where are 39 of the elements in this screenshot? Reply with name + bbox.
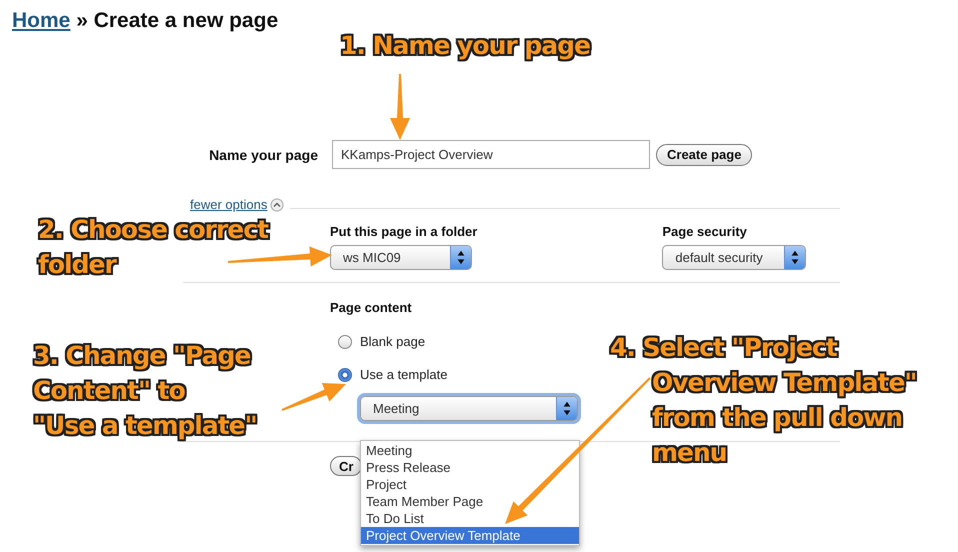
callout-text: 2. Choose correct: [38, 214, 268, 246]
callout-text: folder: [38, 249, 118, 281]
field-label: Page security: [662, 224, 748, 239]
stepper-icon: [556, 397, 577, 420]
menu-item[interactable]: To Do List: [361, 510, 579, 527]
radio-button[interactable]: [338, 368, 352, 382]
callout-text: 3. Change "Page: [33, 340, 252, 372]
page-name-field[interactable]: KKamps-Project Overview: [332, 140, 650, 169]
section-label: Page content: [330, 300, 413, 315]
menu-item[interactable]: Team Member Page: [361, 493, 579, 510]
radio-button[interactable]: [338, 334, 352, 348]
callout-text: 4. Select "Project: [610, 332, 838, 364]
menu-item[interactable]: Meeting: [361, 442, 579, 459]
arrow: [390, 74, 410, 140]
breadcrumb-title: » Create a new page: [76, 9, 278, 32]
collapse-icon[interactable]: [270, 198, 284, 212]
fewer-options-link[interactable]: fewer options: [190, 197, 268, 212]
callout-text: from the pull down: [652, 402, 904, 434]
menu-item[interactable]: Project: [361, 476, 579, 493]
stepper-icon: [784, 246, 806, 269]
arrow: [282, 383, 346, 411]
radio-label: Blank page: [360, 334, 426, 349]
menu-item[interactable]: Project Overview Template: [361, 527, 579, 544]
callout-text: Overview Template": [652, 367, 916, 399]
menu-item[interactable]: Press Release: [361, 459, 579, 476]
dropdown[interactable]: default security: [662, 245, 806, 270]
stepper-icon: [450, 246, 471, 269]
create-page-button[interactable]: Create page: [656, 144, 752, 166]
create-button[interactable]: Cr: [330, 456, 362, 476]
callout-text: menu: [652, 437, 728, 469]
dropdown[interactable]: Meeting: [360, 396, 578, 421]
field-label: Name your page: [208, 146, 318, 162]
callout-text: 1. Name your page: [340, 30, 590, 62]
field-label: Put this page in a folder: [330, 224, 478, 239]
dropdown[interactable]: ws MIC09: [330, 245, 472, 270]
callout-text: Content" to: [33, 375, 186, 407]
home-link[interactable]: Home: [12, 9, 70, 32]
radio-label: Use a template: [360, 367, 448, 382]
callout-text: "Use a template": [33, 410, 257, 442]
